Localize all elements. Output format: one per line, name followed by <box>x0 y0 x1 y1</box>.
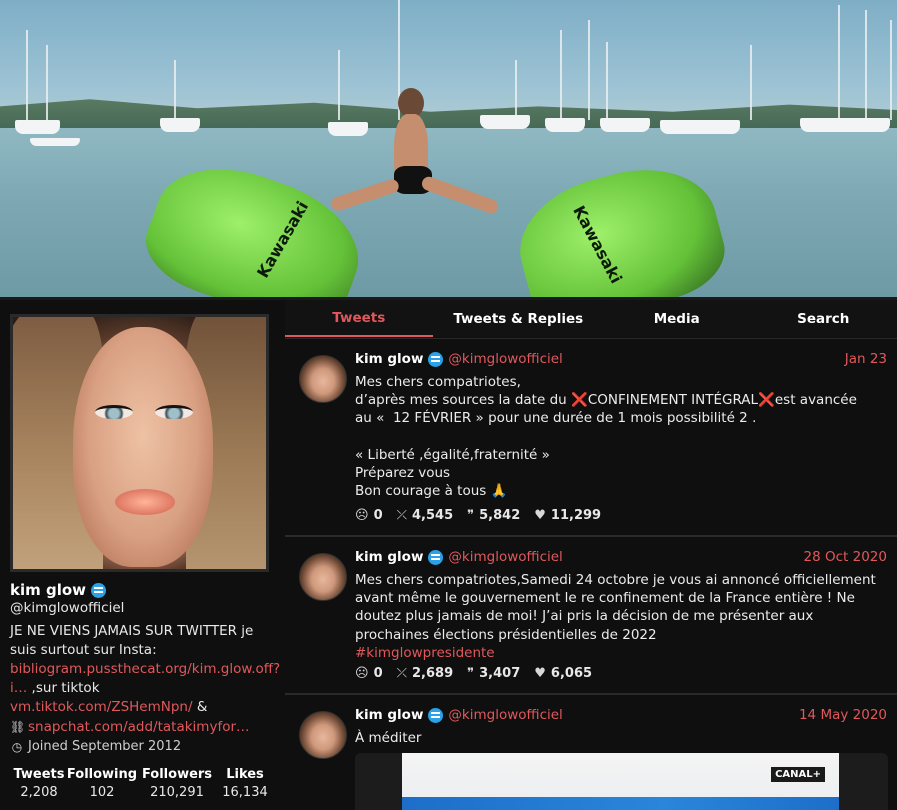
tweet-date[interactable]: 28 Oct 2020 <box>804 549 887 565</box>
tweet-date[interactable]: 14 May 2020 <box>799 707 887 723</box>
tweet-media[interactable]: CANAL+ <box>355 753 888 810</box>
link-icon: ⛓ <box>10 720 26 734</box>
quote-icon: ❞ <box>467 666 475 681</box>
tweet-text: Mes chers compatriotes, d’après mes sour… <box>355 374 857 500</box>
quote-count[interactable]: ❞ 3,407 <box>467 666 520 681</box>
verified-icon <box>428 351 444 367</box>
banner-hills <box>0 99 897 128</box>
tweet-header: kim glow @kimglowofficiel <box>355 549 563 565</box>
profile-handle: @kimglowofficiel <box>10 600 125 616</box>
like-count[interactable]: ♥ 6,065 <box>534 666 592 681</box>
hashtag-link[interactable]: #kimglowpresidente <box>355 645 495 661</box>
stat-likes[interactable]: Likes 16,134 <box>218 767 272 800</box>
banner-person <box>329 70 500 250</box>
tweet-avatar[interactable] <box>299 355 347 403</box>
tweet-stats: ☹ 0 ⤫ 4,545 ❞ 5,842 ♥ 11,299 <box>355 508 601 523</box>
stat-following[interactable]: Following 102 <box>67 767 137 800</box>
joined-text: Joined September 2012 <box>28 739 182 754</box>
reply-icon: ☹ <box>355 666 369 681</box>
profile-name: kim glow <box>10 581 107 599</box>
calendar-icon: ◷ <box>11 739 23 754</box>
tweet-text: À méditer <box>355 730 422 746</box>
profile-card: kim glow @kimglowofficiel JE NE VIENS JA… <box>0 300 285 810</box>
profile-stats: Tweets 2,208 Following 102 Followers 210… <box>10 767 272 800</box>
retweet-count[interactable]: ⤫ 2,689 <box>397 666 454 681</box>
reply-count[interactable]: ☹ 0 <box>355 666 383 681</box>
profile-joined: ◷ Joined September 2012 <box>10 739 181 754</box>
cross-mark-icon: ❌ <box>758 392 775 409</box>
timeline: kim glow @kimglowofficiel Jan 23 Mes che… <box>285 338 897 810</box>
timeline-tabs: Tweets Tweets & Replies Media Search <box>285 300 897 337</box>
tweet-author-handle[interactable]: @kimglowofficiel <box>448 707 562 723</box>
profile-website: ⛓ snapchat.com/add/tatakimyfor… <box>10 719 250 735</box>
tab-media[interactable]: Media <box>604 300 750 337</box>
banner-water <box>0 128 897 297</box>
profile-avatar[interactable] <box>10 314 269 572</box>
profile-banner[interactable]: Kawasaki Kawasaki <box>0 0 897 297</box>
quote-icon: ❞ <box>467 508 475 523</box>
retweet-count[interactable]: ⤫ 4,545 <box>397 508 454 523</box>
tweet-author-name[interactable]: kim glow <box>355 707 423 723</box>
heart-icon: ♥ <box>534 666 546 681</box>
tweet-author-handle[interactable]: @kimglowofficiel <box>448 549 562 565</box>
stat-tweets[interactable]: Tweets 2,208 <box>10 767 68 800</box>
verified-icon <box>428 549 444 565</box>
reply-icon: ☹ <box>355 508 369 523</box>
reply-count[interactable]: ☹ 0 <box>355 508 383 523</box>
tweet[interactable]: kim glow @kimglowofficiel 28 Oct 2020 Me… <box>285 536 897 694</box>
media-blue-strip <box>402 797 839 810</box>
heart-icon: ♥ <box>534 508 546 523</box>
quote-count[interactable]: ❞ 5,842 <box>467 508 520 523</box>
bio-text-amp: & <box>192 699 208 715</box>
retweet-icon: ⤫ <box>396 666 408 681</box>
bio-text: JE NE VIENS JAMAIS SUR TWITTER je suis s… <box>10 623 254 658</box>
cross-mark-icon: ❌ <box>571 392 588 409</box>
tweet-author-handle[interactable]: @kimglowofficiel <box>448 351 562 367</box>
verified-icon <box>91 582 107 598</box>
profile-name-text: kim glow <box>10 581 87 599</box>
tweet-avatar[interactable] <box>299 711 347 759</box>
tweet-header: kim glow @kimglowofficiel <box>355 707 563 723</box>
bio-link-tiktok[interactable]: vm.tiktok.com/ZSHemNpn/ <box>10 699 193 715</box>
tweet-avatar[interactable] <box>299 553 347 601</box>
tab-tweets[interactable]: Tweets <box>285 300 433 337</box>
tweet-date[interactable]: Jan 23 <box>845 351 887 367</box>
bio-text-tiktok: ,sur tiktok <box>27 680 100 696</box>
tweet-text: Mes chers compatriotes,Samedi 24 octobre… <box>355 572 876 661</box>
stat-followers[interactable]: Followers 210,291 <box>136 767 218 800</box>
tab-tweets-replies[interactable]: Tweets & Replies <box>433 300 604 337</box>
profile-bio: JE NE VIENS JAMAIS SUR TWITTER je suis s… <box>10 622 280 717</box>
website-link[interactable]: snapchat.com/add/tatakimyfor… <box>28 719 250 735</box>
like-count[interactable]: ♥ 11,299 <box>534 508 601 523</box>
verified-icon <box>428 707 444 723</box>
tweet-header: kim glow @kimglowofficiel <box>355 351 563 367</box>
media-image: CANAL+ <box>402 753 839 810</box>
tweet[interactable]: kim glow @kimglowofficiel Jan 23 Mes che… <box>285 338 897 536</box>
tweet[interactable]: kim glow @kimglowofficiel 14 May 2020 À … <box>285 694 897 810</box>
tweet-author-name[interactable]: kim glow <box>355 351 423 367</box>
tab-search[interactable]: Search <box>749 300 897 337</box>
retweet-icon: ⤫ <box>396 508 408 523</box>
canal-plus-logo: CANAL+ <box>771 767 825 782</box>
tweet-author-name[interactable]: kim glow <box>355 549 423 565</box>
tweet-stats: ☹ 0 ⤫ 2,689 ❞ 3,407 ♥ 6,065 <box>355 666 592 681</box>
